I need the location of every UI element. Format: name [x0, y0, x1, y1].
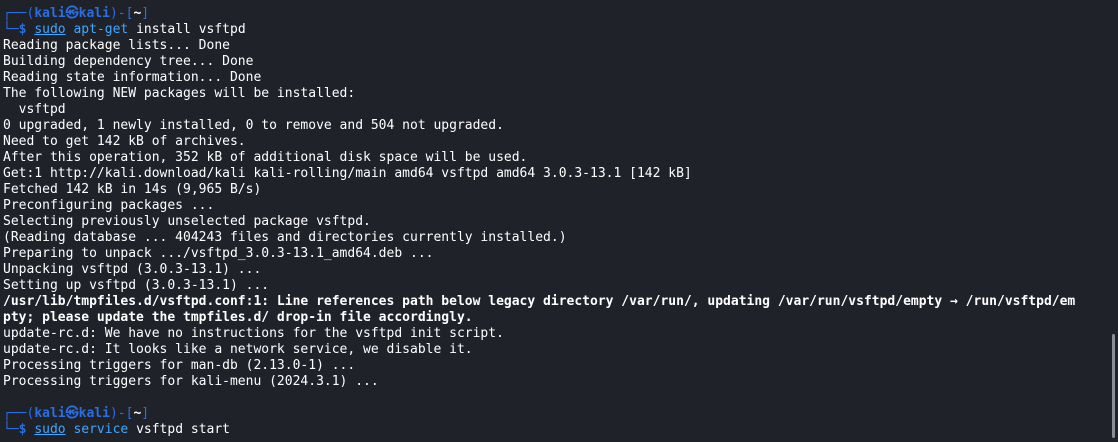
prompt-frame-top: ┌──( — [3, 406, 35, 421]
output-line: Processing triggers for man-db (2.13.0-1… — [3, 358, 356, 373]
output-line: update-rc.d: It looks like a network ser… — [3, 342, 473, 357]
prompt-host: kali — [78, 406, 110, 421]
output-line: vsftpd — [3, 102, 66, 117]
prompt-dollar: $ — [18, 22, 27, 37]
output-line: Preconfiguring packages ... — [3, 198, 215, 213]
prompt-dollar: $ — [18, 422, 27, 437]
output-line: Reading state information... Done — [3, 70, 262, 85]
output-line: (Reading database ... 404243 files and d… — [3, 230, 567, 245]
output-line: Preparing to unpack .../vsftpd_3.0.3-13.… — [3, 246, 434, 261]
prompt-user: kali — [34, 406, 66, 421]
prompt-header-line: ┌──(kali㉿kali)-[~] — [0, 6, 1118, 22]
output-line: Need to get 142 kB of archives. — [3, 134, 246, 149]
prompt-frame-mid: )-[ — [109, 406, 134, 421]
prompt-header-line: ┌──(kali㉿kali)-[~] — [0, 406, 1118, 422]
prompt-frame-close: ] — [141, 6, 150, 21]
command-args: install vsftpd — [136, 22, 246, 37]
output-line: After this operation, 352 kB of addition… — [3, 150, 528, 165]
prompt-frame-top: ┌──( — [3, 6, 35, 21]
output-line: Reading package lists... Done — [3, 38, 230, 53]
output-line: Fetched 142 kB in 14s (9,965 B/s) — [3, 182, 262, 197]
output-line: update-rc.d: We have no instructions for… — [3, 326, 504, 341]
output-warning-line: pty; please update the tmpfiles.d/ drop-… — [3, 310, 473, 325]
output-line: Get:1 http://kali.download/kali kali-rol… — [3, 166, 692, 181]
prompt-frame-close: ] — [141, 406, 150, 421]
output-warning-line: /usr/lib/tmpfiles.d/vsftpd.conf:1: Line … — [3, 294, 1076, 309]
prompt-user: kali — [34, 6, 66, 21]
terminal-window[interactable]: ┌──(kali㉿kali)-[~] └─$ sudo apt-get inst… — [0, 0, 1118, 442]
output-line: Unpacking vsftpd (3.0.3-13.1) ... — [3, 262, 262, 277]
command-sudo: sudo — [34, 22, 66, 37]
vertical-scrollbar[interactable] — [1112, 334, 1115, 438]
prompt-at-symbol: ㉿ — [65, 406, 79, 421]
output-line: 0 upgraded, 1 newly installed, 0 to remo… — [3, 118, 504, 133]
prompt-at-symbol: ㉿ — [65, 6, 79, 21]
command-line: └─$ sudo apt-get install vsftpd — [0, 22, 1118, 38]
command-program: service — [73, 422, 129, 437]
command-line[interactable]: └─$ sudo service vsftpd start — [0, 422, 1118, 438]
command-args: vsftpd start — [136, 422, 230, 437]
output-line: The following NEW packages will be insta… — [3, 86, 356, 101]
prompt-host: kali — [78, 6, 110, 21]
output-line: Building dependency tree... Done — [3, 54, 254, 69]
command-sudo: sudo — [34, 422, 66, 437]
prompt-frame-mid: )-[ — [109, 6, 134, 21]
output-line: Processing triggers for kali-menu (2024.… — [3, 374, 379, 389]
prompt-frame-bottom: └─ — [3, 22, 19, 37]
prompt-frame-bottom: └─ — [3, 422, 19, 437]
output-line: Setting up vsftpd (3.0.3-13.1) ... — [3, 278, 270, 293]
output-line: Selecting previously unselected package … — [3, 214, 371, 229]
command-program: apt-get — [73, 22, 129, 37]
